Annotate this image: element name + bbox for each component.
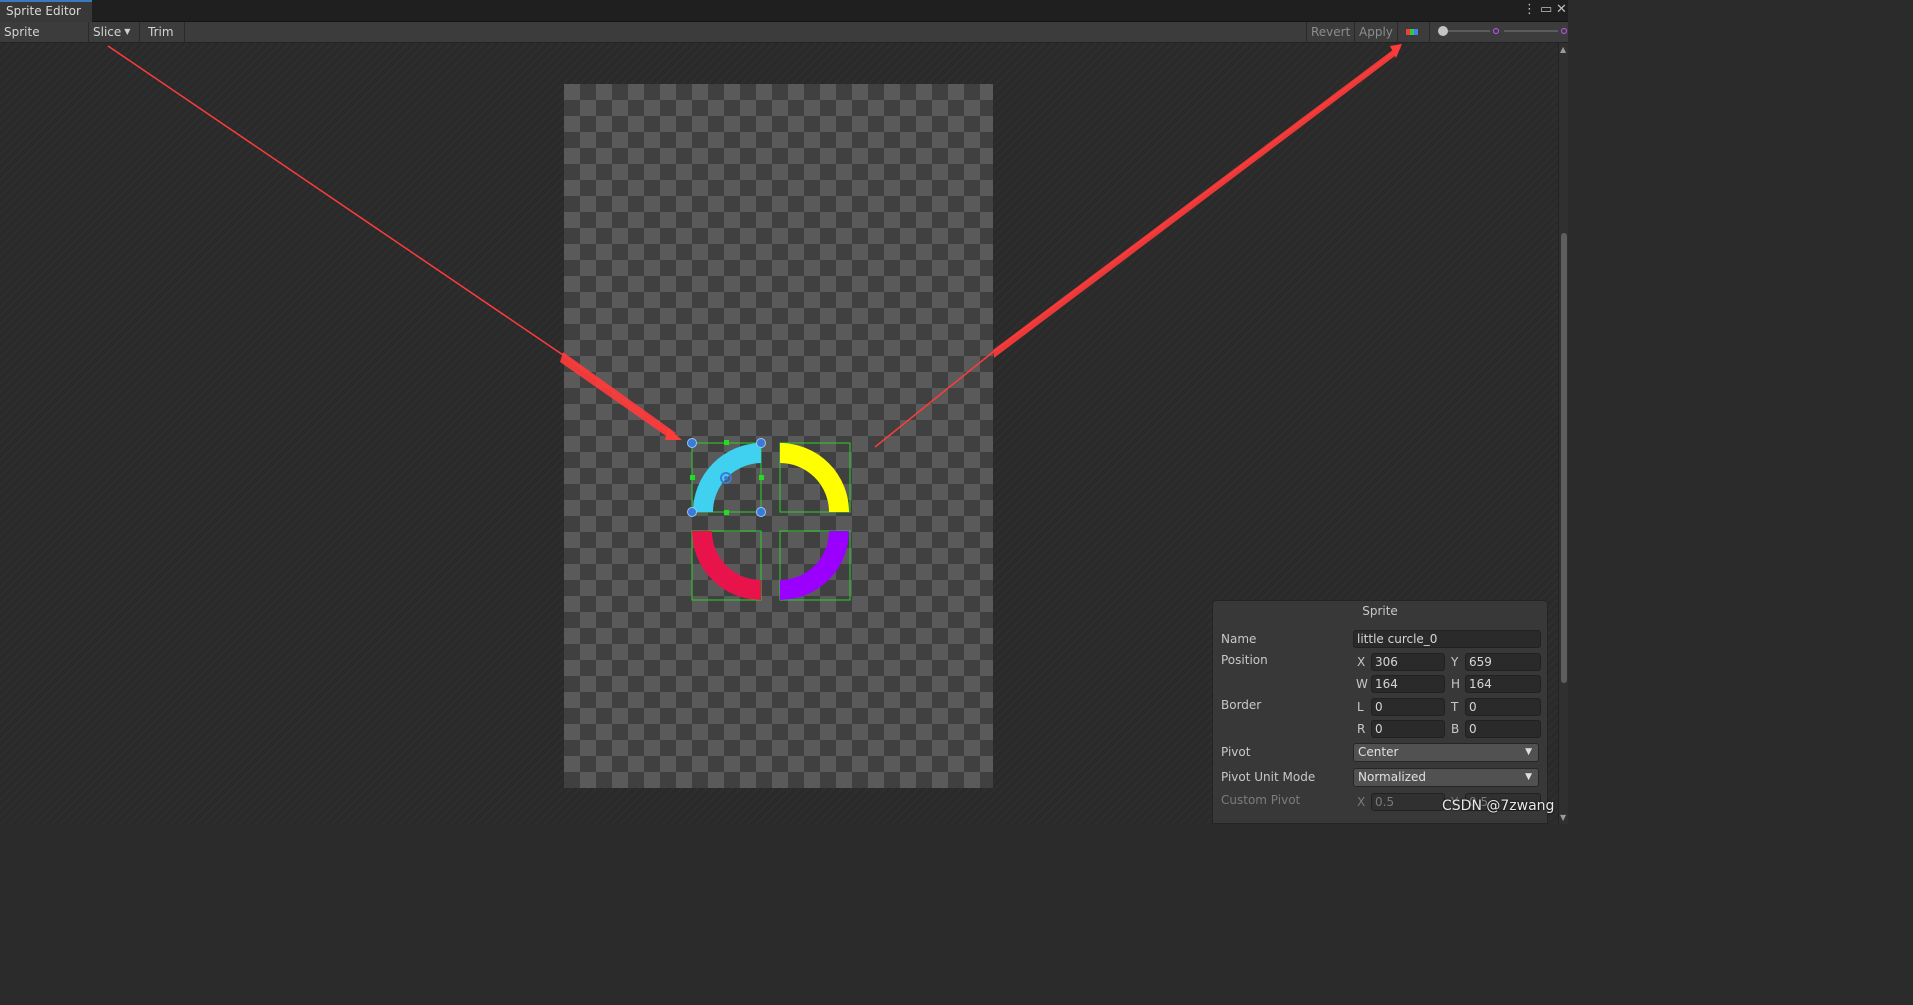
rgb-channel-icon[interactable] (1402, 22, 1430, 43)
b-axis-label: B (1451, 722, 1460, 736)
l-axis-label: L (1357, 700, 1364, 714)
sprite-inspector-panel: Sprite Name little curcle_0 Position X 3… (1212, 600, 1548, 824)
mode-dropdown[interactable]: Sprite Editor▼ (0, 22, 89, 59)
position-label: Position (1221, 653, 1268, 667)
w-axis-label: W (1356, 677, 1368, 691)
name-field[interactable]: little curcle_0 (1353, 630, 1541, 648)
alpha-slider-thumb (1438, 26, 1448, 36)
chevron-down-icon: ▼ (124, 27, 131, 36)
name-label: Name (1221, 632, 1257, 646)
position-w-field[interactable]: 164 (1371, 675, 1445, 693)
custom-pivot-x-label: X (1357, 795, 1366, 809)
border-b-field[interactable]: 0 (1465, 720, 1541, 738)
position-x-field[interactable]: 306 (1371, 653, 1445, 671)
position-h-field[interactable]: 164 (1465, 675, 1541, 693)
t-axis-label: T (1451, 700, 1459, 714)
border-t-field[interactable]: 0 (1465, 698, 1541, 716)
y-axis-label: Y (1451, 655, 1459, 669)
scroll-down-icon[interactable]: ▼ (1560, 813, 1566, 822)
rgb-channel-swatch (1406, 29, 1418, 35)
toolbar: Sprite Editor▼ Slice▼ Trim Revert Apply (0, 22, 1568, 59)
pivot-unit-mode-value: Normalized (1358, 770, 1427, 784)
chevron-down-icon: ▼ (1525, 772, 1532, 782)
close-icon[interactable]: ✕ (1556, 2, 1567, 18)
scroll-up-icon[interactable]: ▲ (1560, 45, 1566, 54)
pivot-dropdown[interactable]: Center ▼ (1353, 743, 1539, 762)
slice-button[interactable]: Slice ▼ (89, 22, 140, 43)
maximize-icon[interactable]: ▭ (1540, 2, 1552, 18)
border-label: Border (1221, 698, 1262, 712)
pivot-unit-mode-dropdown[interactable]: Normalized ▼ (1353, 768, 1539, 787)
custom-pivot-x-field: 0.5 (1371, 793, 1445, 811)
kebab-menu-icon[interactable]: ⋮ (1523, 2, 1536, 18)
apply-button[interactable]: Apply (1355, 22, 1398, 43)
scroll-thumb[interactable] (1561, 233, 1567, 683)
r-axis-label: R (1357, 722, 1366, 736)
zoom-sliders[interactable] (1436, 22, 1568, 43)
custom-pivot-label: Custom Pivot (1221, 793, 1301, 807)
h-axis-label: H (1451, 677, 1461, 691)
title-bar: Sprite Editor ⋮ ▭ ✕ (0, 0, 1568, 22)
trim-button[interactable]: Trim (140, 22, 185, 43)
window-tab[interactable]: Sprite Editor (0, 0, 92, 22)
vertical-scrollbar[interactable]: ▲ ▼ (1558, 43, 1568, 824)
pivot-unit-mode-label: Pivot Unit Mode (1221, 770, 1316, 784)
revert-button[interactable]: Revert (1306, 22, 1356, 43)
watermark: CSDN @7zwang (1442, 798, 1555, 814)
slice-label: Slice (93, 25, 122, 39)
x-axis-label: X (1357, 655, 1366, 669)
panel-title: Sprite (1362, 604, 1398, 618)
chevron-down-icon: ▼ (1525, 747, 1532, 757)
pivot-value: Center (1358, 745, 1399, 759)
texture-preview[interactable] (564, 84, 993, 788)
border-r-field[interactable]: 0 (1371, 720, 1445, 738)
position-y-field[interactable]: 659 (1465, 653, 1541, 671)
border-l-field[interactable]: 0 (1371, 698, 1445, 716)
pivot-label: Pivot (1221, 745, 1251, 759)
sprite-editor-window: Sprite Editor ⋮ ▭ ✕ Sprite Editor▼ Slice… (0, 0, 1568, 824)
